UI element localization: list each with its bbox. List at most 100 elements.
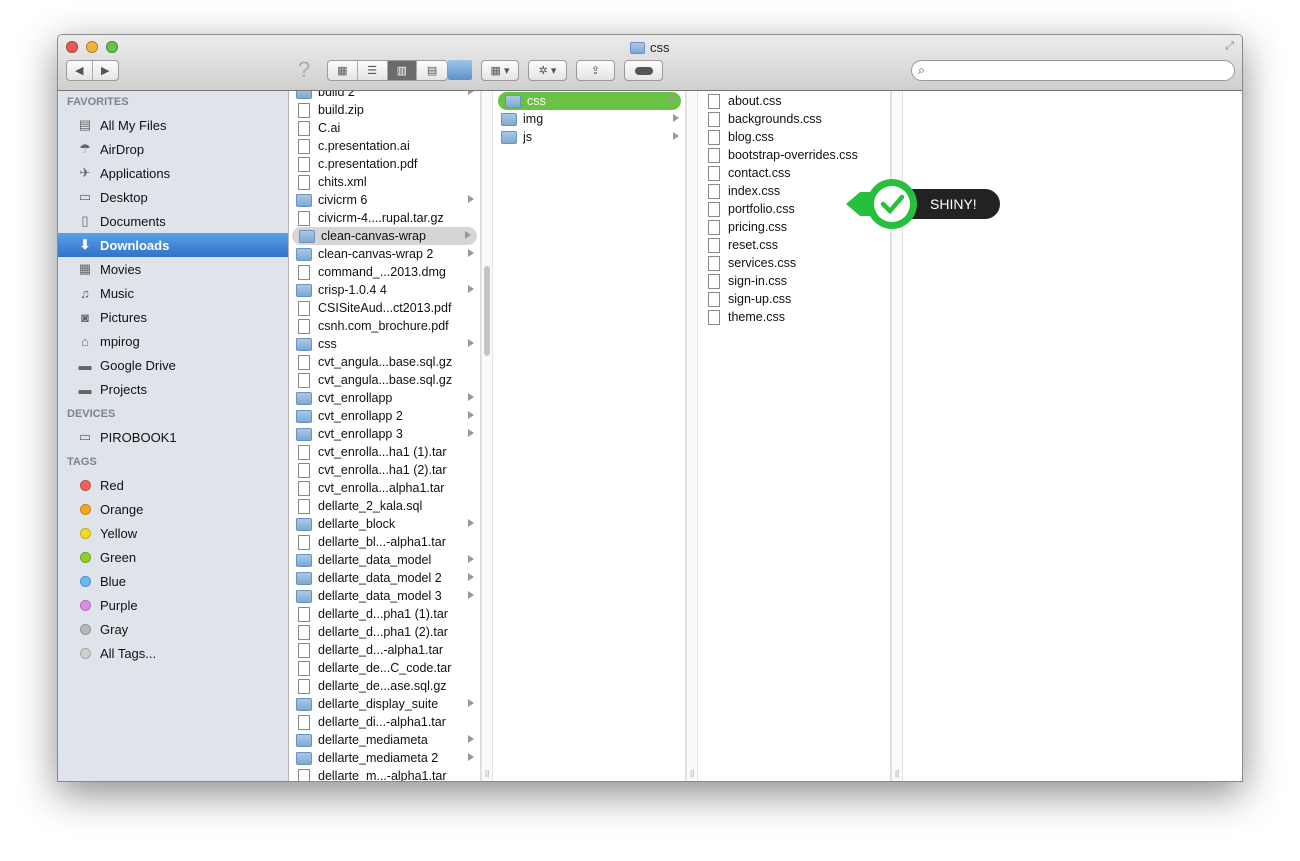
folder-row[interactable]: css xyxy=(289,335,480,353)
file-row[interactable]: sign-up.css xyxy=(699,290,890,308)
file-row[interactable]: cvt_enrolla...alpha1.tar xyxy=(289,479,480,497)
close-button[interactable] xyxy=(66,41,78,53)
folder-row[interactable]: dellarte_data_model xyxy=(289,551,480,569)
sidebar-item-all-tags-[interactable]: All Tags... xyxy=(58,641,288,665)
file-row[interactable]: dellarte_d...pha1 (2).tar xyxy=(289,623,480,641)
file-row[interactable]: csnh.com_brochure.pdf xyxy=(289,317,480,335)
sidebar-item-projects[interactable]: ▬ Projects xyxy=(58,377,288,401)
sidebar-item-green[interactable]: Green xyxy=(58,545,288,569)
item-name: backgrounds.css xyxy=(728,112,822,126)
folder-row[interactable]: dellarte_data_model 2 xyxy=(289,569,480,587)
folder-row[interactable]: dellarte_mediameta 2 xyxy=(289,749,480,767)
list-view-button[interactable]: ☰ xyxy=(358,61,388,80)
sidebar-item-orange[interactable]: Orange xyxy=(58,497,288,521)
file-row[interactable]: dellarte_d...pha1 (1).tar xyxy=(289,605,480,623)
file-row[interactable]: command_...2013.dmg xyxy=(289,263,480,281)
file-row[interactable]: dellarte_2_kala.sql xyxy=(289,497,480,515)
fullscreen-icon[interactable]: ⤢ xyxy=(1225,40,1234,53)
file-row[interactable]: cvt_enrolla...ha1 (2).tar xyxy=(289,461,480,479)
sidebar-item-movies[interactable]: ▦ Movies xyxy=(58,257,288,281)
file-row[interactable]: reset.css xyxy=(699,236,890,254)
sidebar-item-blue[interactable]: Blue xyxy=(58,569,288,593)
file-row[interactable]: CSISiteAud...ct2013.pdf xyxy=(289,299,480,317)
sidebar-item-pirobook1[interactable]: ▭ PIROBOOK1 xyxy=(58,425,288,449)
item-name: css xyxy=(318,337,337,351)
coverflow-view-button[interactable]: ▤ xyxy=(417,61,447,80)
sidebar-item-airdrop[interactable]: ☂ AirDrop xyxy=(58,137,288,161)
folder-row[interactable]: cvt_enrollapp 3 xyxy=(289,425,480,443)
sidebar-item-all-my-files[interactable]: ▤ All My Files xyxy=(58,113,288,137)
folder-row[interactable]: dellarte_display_suite xyxy=(289,695,480,713)
minimize-button[interactable] xyxy=(86,41,98,53)
zoom-button[interactable] xyxy=(106,41,118,53)
music-icon: ♫ xyxy=(80,285,90,301)
sidebar-item-pictures[interactable]: ◙ Pictures xyxy=(58,305,288,329)
file-row[interactable]: dellarte_bl...-alpha1.tar xyxy=(289,533,480,551)
file-row[interactable]: bootstrap-overrides.css xyxy=(699,146,890,164)
file-row[interactable]: dellarte_de...C_code.tar xyxy=(289,659,480,677)
help-icon[interactable]: ? xyxy=(298,57,310,83)
folder-row[interactable]: dellarte_block xyxy=(289,515,480,533)
search-field[interactable]: ⌕ xyxy=(911,60,1235,81)
sidebar-item-documents[interactable]: ▯ Documents xyxy=(58,209,288,233)
file-row[interactable]: services.css xyxy=(699,254,890,272)
folder-row[interactable]: cvt_enrollapp xyxy=(289,389,480,407)
sidebar-item-music[interactable]: ♫ Music xyxy=(58,281,288,305)
file-row[interactable]: C.ai xyxy=(289,119,480,137)
column-view-button[interactable]: ▥ xyxy=(387,61,418,80)
folder-row[interactable]: clean-canvas-wrap xyxy=(292,227,477,245)
file-row[interactable]: dellarte_m...-alpha1.tar xyxy=(289,767,480,781)
share-button[interactable]: ⇪ xyxy=(576,60,615,81)
file-row[interactable]: civicrm-4....rupal.tar.gz xyxy=(289,209,480,227)
folder-row[interactable]: dellarte_data_model 3 xyxy=(289,587,480,605)
action-gear-button[interactable]: ✲ ▾ xyxy=(528,60,567,81)
file-row[interactable]: cvt_angula...base.sql.gz xyxy=(289,353,480,371)
back-button[interactable]: ◀ xyxy=(67,61,93,80)
file-row[interactable]: sign-in.css xyxy=(699,272,890,290)
sidebar-item-purple[interactable]: Purple xyxy=(58,593,288,617)
folder-row[interactable]: img xyxy=(494,110,685,128)
desktop-icon: ▭ xyxy=(78,189,92,204)
file-row[interactable]: dellarte_de...ase.sql.gz xyxy=(289,677,480,695)
file-row[interactable]: cvt_enrolla...ha1 (1).tar xyxy=(289,443,480,461)
sidebar-item-desktop[interactable]: ▭ Desktop xyxy=(58,185,288,209)
file-icon xyxy=(298,714,310,730)
file-row[interactable]: c.presentation.ai xyxy=(289,137,480,155)
forward-button[interactable]: ▶ xyxy=(93,61,118,80)
folder-path-icon[interactable] xyxy=(448,60,472,80)
file-row[interactable]: cvt_angula...base.sql.gz xyxy=(289,371,480,389)
file-row[interactable]: blog.css xyxy=(699,128,890,146)
folder-row[interactable]: civicrm 6 xyxy=(289,191,480,209)
sidebar-item-downloads[interactable]: ⬇ Downloads xyxy=(58,233,288,257)
sidebar-item-applications[interactable]: ✈ Applications xyxy=(58,161,288,185)
folder-row[interactable]: build 2 xyxy=(289,91,480,101)
sidebar-item-google-drive[interactable]: ▬ Google Drive xyxy=(58,353,288,377)
folder-row[interactable]: clean-canvas-wrap 2 xyxy=(289,245,480,263)
file-row[interactable]: backgrounds.css xyxy=(699,110,890,128)
file-row[interactable]: about.css xyxy=(699,92,890,110)
arrange-button[interactable]: ▦ ▾ xyxy=(481,60,519,81)
file-icon xyxy=(708,255,720,271)
file-row[interactable]: chits.xml xyxy=(289,173,480,191)
icon-view-button[interactable]: ▦ xyxy=(328,61,358,80)
sidebar-item-yellow[interactable]: Yellow xyxy=(58,521,288,545)
column-scrollbar[interactable]: || xyxy=(481,91,493,781)
file-row[interactable]: dellarte_d...-alpha1.tar xyxy=(289,641,480,659)
file-row[interactable]: dellarte_di...-alpha1.tar xyxy=(289,713,480,731)
folder-row[interactable]: dellarte_mediameta xyxy=(289,731,480,749)
sidebar-item-mpirog[interactable]: ⌂ mpirog xyxy=(58,329,288,353)
folder-row[interactable]: cvt_enrollapp 2 xyxy=(289,407,480,425)
tags-toggle-button[interactable] xyxy=(624,60,663,81)
file-row[interactable]: c.presentation.pdf xyxy=(289,155,480,173)
column-resizer[interactable]: || xyxy=(686,91,698,781)
search-input[interactable] xyxy=(934,63,1224,80)
sidebar-item-red[interactable]: Red xyxy=(58,473,288,497)
scroll-thumb[interactable] xyxy=(484,266,490,356)
file-row[interactable]: build.zip xyxy=(289,101,480,119)
folder-row[interactable]: crisp-1.0.4 4 xyxy=(289,281,480,299)
folder-row[interactable]: css xyxy=(498,92,681,110)
sidebar-item-gray[interactable]: Gray xyxy=(58,617,288,641)
folder-icon xyxy=(296,733,312,747)
folder-row[interactable]: js xyxy=(494,128,685,146)
file-row[interactable]: theme.css xyxy=(699,308,890,326)
